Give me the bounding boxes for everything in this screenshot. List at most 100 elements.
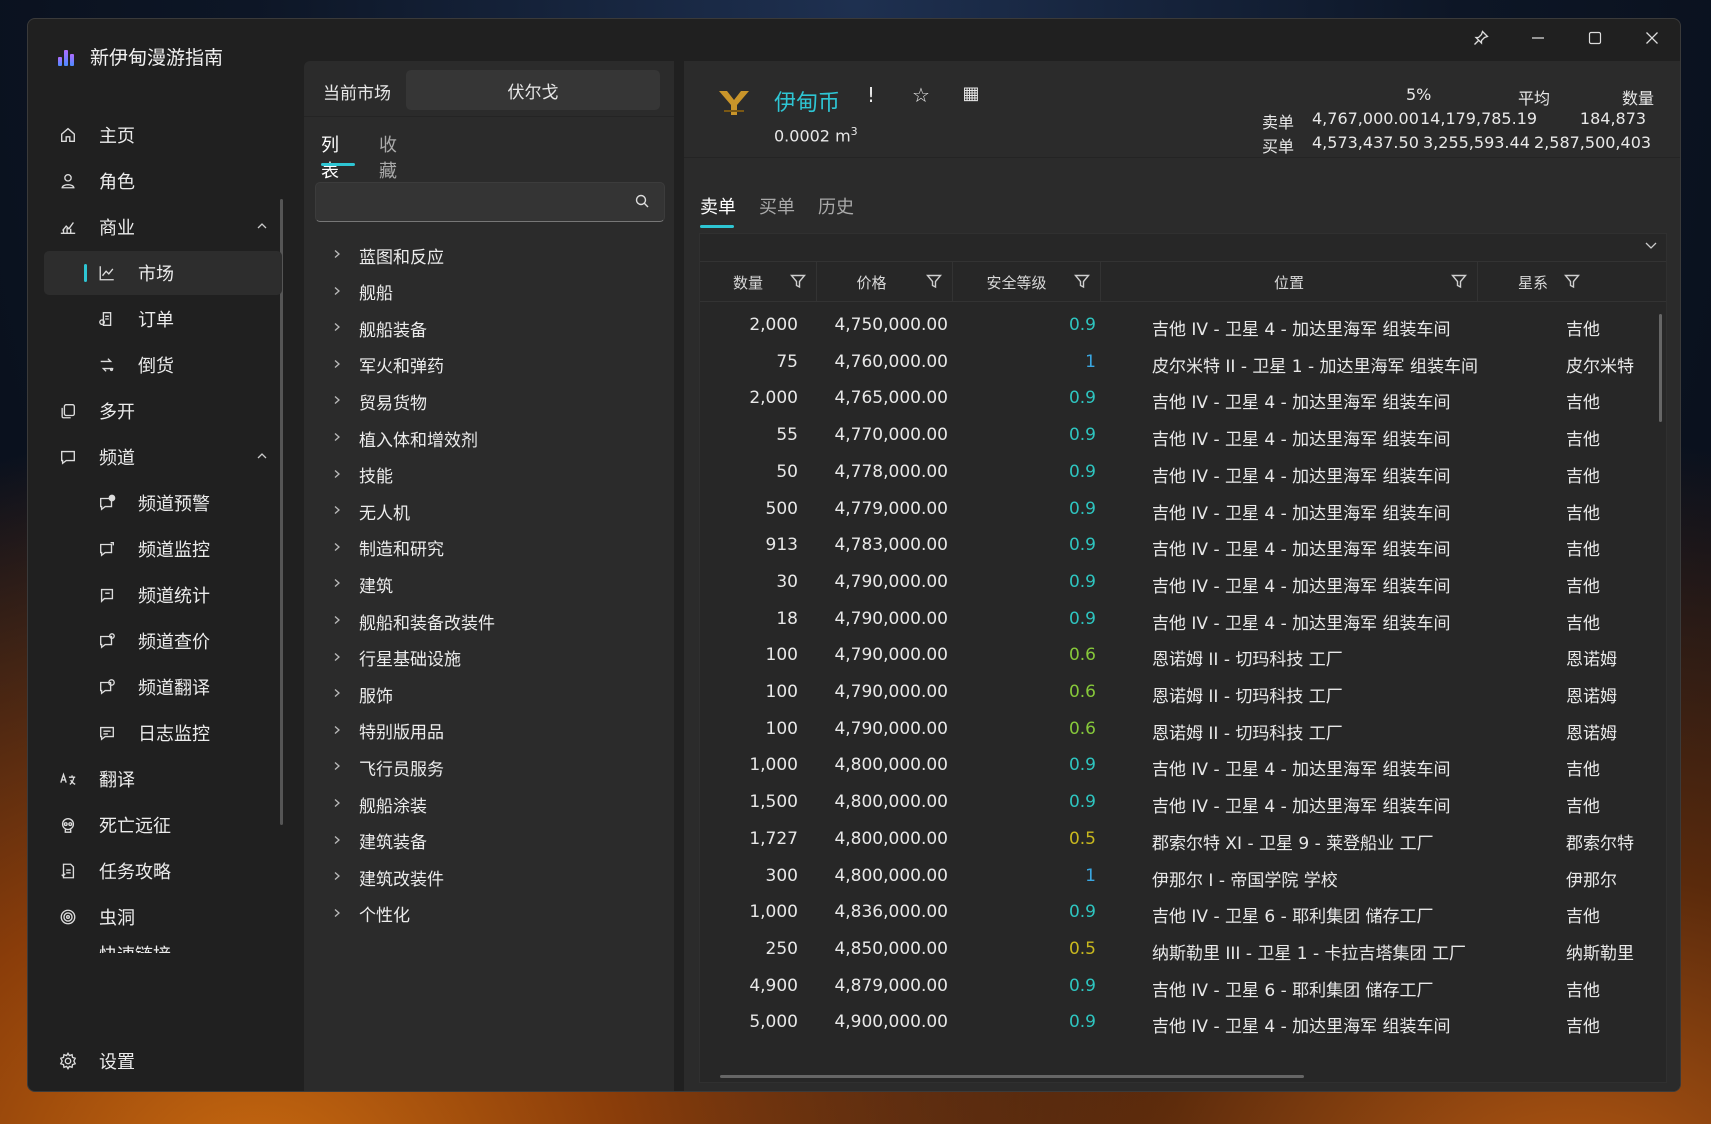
table-row[interactable]: 100 4,790,000.00 0.6 恩诺姆 II - 切玛科技 工厂 恩诺姆 bbox=[700, 673, 1666, 713]
sidebar-item-home[interactable]: 主页 bbox=[44, 113, 282, 157]
chevron-right-icon[interactable] bbox=[332, 284, 342, 300]
chevron-right-icon[interactable] bbox=[332, 796, 342, 812]
maximize-icon[interactable] bbox=[1566, 19, 1623, 57]
table-row[interactable]: 18 4,790,000.00 0.9 吉他 IV - 卫星 4 - 加达里海军 组装… bbox=[700, 600, 1666, 640]
table-row[interactable]: 1,727 4,800,000.00 0.5 郡索尔特 XI - 卫星 9 - 莱登船… bbox=[700, 820, 1666, 860]
sidebar-item-chat-translate[interactable]: 频道翻译 bbox=[44, 665, 282, 709]
sidebar-item-skull[interactable]: 死亡远征 bbox=[44, 803, 282, 847]
table-row[interactable]: 1,000 4,800,000.00 0.9 吉他 IV - 卫星 4 - 加达里海军… bbox=[700, 746, 1666, 786]
chevron-right-icon[interactable] bbox=[332, 540, 342, 556]
chevron-right-icon[interactable] bbox=[332, 613, 342, 629]
table-row[interactable]: 300 4,800,000.00 1 伊那尔 I - 帝国学院 学校 伊那尔 bbox=[700, 857, 1666, 897]
chevron-right-icon[interactable] bbox=[332, 759, 342, 775]
sidebar-item-chat-monitor[interactable]: 频道监控 bbox=[44, 527, 282, 571]
sidebar-item-task[interactable]: 任务攻略 bbox=[44, 849, 282, 893]
chevron-right-icon[interactable] bbox=[332, 869, 342, 885]
search-input[interactable] bbox=[315, 182, 665, 222]
tab-buy-orders[interactable]: 买单 bbox=[759, 193, 795, 219]
tree-item[interactable]: 舰船装备 bbox=[304, 310, 674, 346]
sidebar-item-chat[interactable]: 频道 bbox=[44, 435, 282, 479]
chevron-right-icon[interactable] bbox=[332, 503, 342, 519]
info-icon[interactable]: ! bbox=[860, 83, 882, 107]
table-row[interactable]: 5,000 4,900,000.00 0.9 吉他 IV - 卫星 4 - 加达里海军… bbox=[700, 1003, 1666, 1043]
table-row[interactable]: 913 4,783,000.00 0.9 吉他 IV - 卫星 4 - 加达里海军 组… bbox=[700, 526, 1666, 566]
column-header-security[interactable]: 安全等级 bbox=[953, 262, 1101, 302]
sidebar-item-chat-price[interactable]: 频道查价 bbox=[44, 619, 282, 663]
chevron-up-icon[interactable] bbox=[256, 450, 268, 465]
chevron-up-icon[interactable] bbox=[256, 220, 268, 235]
tree-item[interactable]: 舰船和装备改装件 bbox=[304, 603, 674, 639]
star-icon[interactable]: ☆ bbox=[910, 83, 932, 107]
filter-icon[interactable] bbox=[1564, 273, 1580, 293]
chevron-right-icon[interactable] bbox=[332, 357, 342, 373]
tree-item[interactable]: 植入体和增效剂 bbox=[304, 420, 674, 456]
chevron-right-icon[interactable] bbox=[332, 467, 342, 483]
sidebar-item-person[interactable]: 角色 bbox=[44, 159, 282, 203]
table-row[interactable]: 1,500 4,800,000.00 0.9 吉他 IV - 卫星 4 - 加达里海军… bbox=[700, 783, 1666, 823]
table-row[interactable]: 1,000 4,836,000.00 0.9 吉他 IV - 卫星 6 - 耶利集团 … bbox=[700, 893, 1666, 933]
pin-icon[interactable] bbox=[1452, 19, 1509, 57]
sidebar-item-chat-stats[interactable]: 频道统计 bbox=[44, 573, 282, 617]
tab-history[interactable]: 历史 bbox=[818, 193, 854, 219]
tree-item[interactable]: 个性化 bbox=[304, 896, 674, 932]
table-row[interactable]: 500 4,779,000.00 0.9 吉他 IV - 卫星 4 - 加达里海军 组… bbox=[700, 490, 1666, 530]
tree-item[interactable]: 服饰 bbox=[304, 676, 674, 712]
sidebar-item-trend[interactable]: 市场 bbox=[44, 251, 282, 295]
close-icon[interactable] bbox=[1623, 19, 1680, 57]
column-header-system[interactable]: 星系 bbox=[1478, 262, 1580, 302]
chevron-right-icon[interactable] bbox=[332, 247, 342, 263]
column-header-price[interactable]: 价格 bbox=[817, 262, 953, 302]
chevron-right-icon[interactable] bbox=[332, 576, 342, 592]
market-select[interactable]: 伏尔戈 bbox=[406, 70, 660, 110]
tree-item[interactable]: 技能 bbox=[304, 457, 674, 493]
horizontal-scrollbar[interactable] bbox=[720, 1075, 1304, 1078]
tab-favorites[interactable]: 收藏 bbox=[379, 131, 397, 183]
minimize-icon[interactable] bbox=[1509, 19, 1566, 57]
tree-item[interactable]: 制造和研究 bbox=[304, 530, 674, 566]
table-row[interactable]: 50 4,778,000.00 0.9 吉他 IV - 卫星 4 - 加达里海军 组装… bbox=[700, 453, 1666, 493]
table-row[interactable]: 30 4,790,000.00 0.9 吉他 IV - 卫星 4 - 加达里海军 组装… bbox=[700, 563, 1666, 603]
sidebar-item-link[interactable]: 快速链接 bbox=[44, 941, 282, 953]
tree-item[interactable]: 特别版用品 bbox=[304, 713, 674, 749]
sidebar-item-settings[interactable]: 设置 bbox=[44, 1039, 282, 1083]
tree-item[interactable]: 飞行员服务 bbox=[304, 749, 674, 785]
tree-item[interactable]: 舰船 bbox=[304, 274, 674, 310]
tree-item[interactable]: 建筑改装件 bbox=[304, 859, 674, 895]
sidebar-item-chart[interactable]: 商业 bbox=[44, 205, 282, 249]
chevron-right-icon[interactable] bbox=[332, 833, 342, 849]
chevron-right-icon[interactable] bbox=[332, 393, 342, 409]
tree-item[interactable]: 舰船涂装 bbox=[304, 786, 674, 822]
tree-item[interactable]: 建筑装备 bbox=[304, 823, 674, 859]
sidebar-item-wormhole[interactable]: 虫洞 bbox=[44, 895, 282, 939]
sidebar-item-log[interactable]: 日志监控 bbox=[44, 711, 282, 755]
chevron-right-icon[interactable] bbox=[332, 430, 342, 446]
chevron-down-icon[interactable] bbox=[1644, 238, 1658, 255]
tree-item[interactable]: 行星基础设施 bbox=[304, 640, 674, 676]
chevron-right-icon[interactable] bbox=[332, 650, 342, 666]
filter-icon[interactable] bbox=[926, 273, 942, 293]
sidebar-item-order[interactable]: 订单 bbox=[44, 297, 282, 341]
chevron-right-icon[interactable] bbox=[332, 723, 342, 739]
table-row[interactable]: 2,000 4,765,000.00 0.9 吉他 IV - 卫星 4 - 加达里海军… bbox=[700, 379, 1666, 419]
filter-icon[interactable] bbox=[1074, 273, 1090, 293]
tab-sell-orders[interactable]: 卖单 bbox=[700, 193, 736, 219]
tree-item[interactable]: 建筑 bbox=[304, 566, 674, 602]
tree-item[interactable]: 蓝图和反应 bbox=[304, 237, 674, 273]
sidebar-item-trade[interactable]: 倒货 bbox=[44, 343, 282, 387]
chevron-right-icon[interactable] bbox=[332, 686, 342, 702]
vertical-scrollbar[interactable] bbox=[1659, 314, 1662, 422]
tree-item[interactable]: 无人机 bbox=[304, 493, 674, 529]
filter-icon[interactable] bbox=[1451, 273, 1467, 293]
table-row[interactable]: 250 4,850,000.00 0.5 纳斯勒里 III - 卫星 1 - 卡拉吉塔… bbox=[700, 930, 1666, 970]
table-row[interactable]: 55 4,770,000.00 0.9 吉他 IV - 卫星 4 - 加达里海军 组装… bbox=[700, 416, 1666, 456]
sidebar-item-copy[interactable]: 多开 bbox=[44, 389, 282, 433]
search-icon[interactable] bbox=[634, 193, 650, 214]
filter-icon[interactable] bbox=[790, 273, 806, 293]
tree-item[interactable]: 贸易货物 bbox=[304, 383, 674, 419]
table-row[interactable]: 2,000 4,750,000.00 0.9 吉他 IV - 卫星 4 - 加达里海军… bbox=[700, 306, 1666, 346]
calculator-icon[interactable]: ▦ bbox=[960, 83, 982, 107]
tab-list[interactable]: 列表 bbox=[321, 131, 339, 183]
table-row[interactable]: 75 4,760,000.00 1 皮尔米特 II - 卫星 1 - 加达里海军 组装… bbox=[700, 343, 1666, 383]
column-header-location[interactable]: 位置 bbox=[1101, 262, 1478, 302]
column-header-quantity[interactable]: 数量 bbox=[700, 262, 817, 302]
